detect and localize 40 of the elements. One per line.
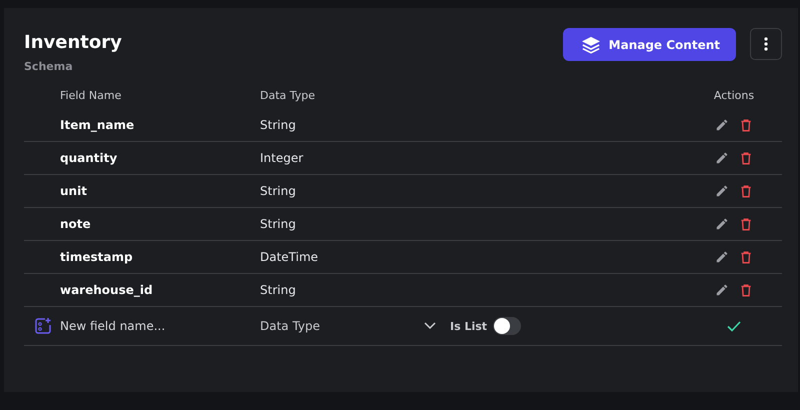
column-header: Field Name	[60, 88, 122, 102]
data-type: String	[260, 217, 297, 231]
trash-icon[interactable]	[739, 250, 753, 264]
chevron-down-icon	[424, 322, 436, 330]
pencil-icon[interactable]	[715, 217, 729, 231]
manage-content-button[interactable]: Manage Content	[562, 28, 736, 61]
field-name: Item_name	[60, 118, 136, 132]
field-name: note	[60, 217, 92, 231]
trash-icon[interactable]	[739, 282, 753, 298]
data-type: String	[260, 118, 297, 132]
more-icon	[764, 37, 768, 51]
trash-icon[interactable]	[739, 150, 753, 166]
layers-icon	[580, 36, 601, 54]
field-name: timestamp	[60, 250, 134, 264]
pencil-icon[interactable]	[715, 118, 729, 132]
is-list-label: Is List	[450, 320, 488, 332]
more-button[interactable]	[750, 28, 782, 60]
page-title: Inventory	[24, 32, 122, 53]
check-icon[interactable]	[727, 320, 741, 332]
data-type: Integer	[260, 151, 304, 165]
data-type: DateTime	[260, 250, 320, 264]
trash-icon[interactable]	[739, 216, 753, 232]
column-header: Data Type	[260, 88, 316, 102]
field-name: unit	[60, 184, 88, 198]
field-name: quantity	[60, 151, 118, 165]
pencil-icon[interactable]	[715, 250, 729, 264]
pencil-icon[interactable]	[715, 283, 729, 297]
page-subtitle: Schema	[24, 60, 74, 73]
data-type-select[interactable]: Data Type	[260, 319, 450, 333]
field-name: warehouse_id	[60, 283, 154, 297]
field-name-input[interactable]: New field name...	[60, 319, 240, 333]
pencil-icon[interactable]	[715, 184, 729, 198]
trash-icon[interactable]	[739, 118, 753, 132]
add-field-icon	[34, 317, 52, 335]
pencil-icon[interactable]	[715, 151, 729, 165]
data-type: String	[260, 283, 297, 297]
column-header: Actions	[712, 88, 756, 102]
data-type: String	[260, 184, 297, 198]
trash-icon[interactable]	[739, 184, 753, 198]
is-list-toggle[interactable]	[493, 317, 522, 335]
